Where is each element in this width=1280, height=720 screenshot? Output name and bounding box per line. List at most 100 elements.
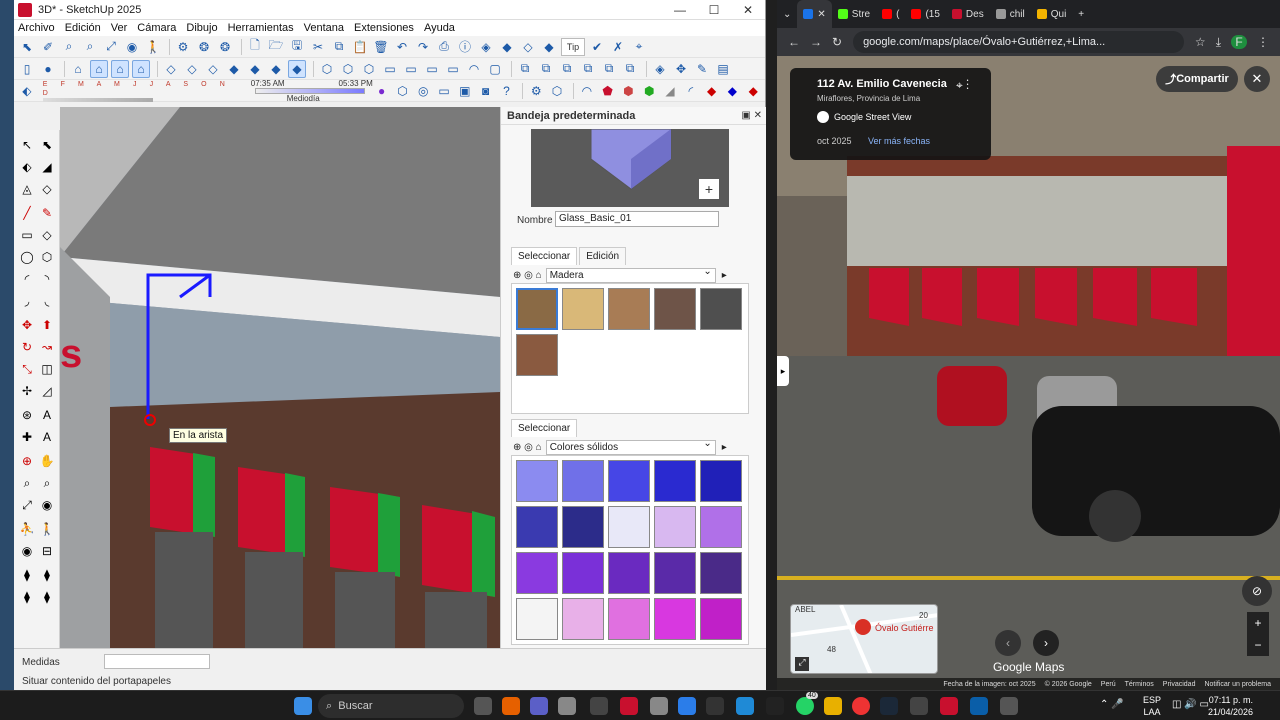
section-plane-icon[interactable]: ⬡	[318, 60, 336, 78]
sandbox3-icon[interactable]: ⧫	[18, 588, 36, 606]
new-file-icon[interactable]: 🗋	[246, 38, 264, 56]
app-icon[interactable]	[678, 697, 696, 715]
axes-icon[interactable]: ✚	[18, 428, 36, 446]
paint-bucket-icon[interactable]: ⬖	[18, 82, 36, 100]
forward-icon[interactable]: →	[810, 35, 822, 49]
menu-dibujo[interactable]: Dibujo	[186, 22, 217, 34]
material-swatch[interactable]	[700, 506, 742, 548]
zoom-icon[interactable]: ⌕	[18, 474, 36, 492]
pan-icon[interactable]: ✋	[38, 452, 56, 470]
eraser-icon[interactable]: ✐	[39, 38, 57, 56]
blank-page-icon[interactable]: ▯	[18, 60, 36, 78]
measures-field[interactable]	[104, 654, 210, 669]
tray-icons[interactable]: ⌃ 🎤	[1100, 699, 1124, 710]
edge-icon[interactable]	[736, 697, 754, 715]
model-info-icon[interactable]: ⓘ	[456, 38, 474, 56]
app-icon[interactable]	[590, 697, 608, 715]
front-face-icon[interactable]: ▭	[381, 60, 399, 78]
shadow-settings[interactable]: E F M A M J J A S O N D 07:35 AM 05:33 P…	[42, 79, 373, 103]
back-icon[interactable]: ←	[788, 35, 800, 49]
match-icon[interactable]: ⧉	[558, 60, 576, 78]
material-swatch[interactable]	[516, 552, 558, 594]
menu-icon[interactable]: ⋮	[1257, 35, 1269, 49]
type-selector[interactable]: Tip	[561, 37, 585, 56]
folder-icon[interactable]	[824, 697, 842, 715]
match-icon[interactable]: ⧉	[516, 60, 534, 78]
camera-icon[interactable]: ▣	[456, 82, 474, 100]
push-pull-icon[interactable]: ⬆	[38, 316, 56, 334]
footer-country[interactable]: Perú	[1101, 681, 1116, 688]
material-swatch[interactable]	[562, 598, 604, 640]
match-icon[interactable]: ⧉	[537, 60, 555, 78]
sphere-icon[interactable]: ◎	[414, 82, 432, 100]
look-around-icon[interactable]: ◉	[18, 542, 36, 560]
orbit-icon[interactable]: ⊕	[18, 452, 36, 470]
move-icon[interactable]: ✥	[18, 316, 36, 334]
paste-icon[interactable]: 📋	[351, 38, 369, 56]
menu-herramientas[interactable]: Herramientas	[228, 22, 294, 34]
box-icon[interactable]: ▢	[486, 60, 504, 78]
settings-icon[interactable]: ⚙	[527, 82, 545, 100]
browser-tab-qui[interactable]: Qui	[1031, 0, 1073, 28]
task-view-icon[interactable]	[474, 697, 492, 715]
material-swatch[interactable]	[516, 506, 558, 548]
star-icon[interactable]: ☆	[1195, 35, 1206, 49]
tab-select-2[interactable]: Seleccionar	[511, 419, 578, 437]
new-tab-button[interactable]: +	[1072, 0, 1090, 28]
location-pin-icon[interactable]: ⌖	[630, 38, 648, 56]
camera-icon[interactable]: ◙	[477, 82, 495, 100]
app-icon[interactable]	[650, 697, 668, 715]
match-icon[interactable]: ⧉	[579, 60, 597, 78]
match-icon[interactable]: ⧉	[600, 60, 618, 78]
eraser2-icon[interactable]: ◇	[38, 180, 56, 198]
ext-icon[interactable]: ⬢	[640, 82, 658, 100]
material-swatch[interactable]	[654, 288, 696, 330]
home-icon[interactable]: ⊕ ◎ ⌂	[513, 270, 542, 281]
view-right-icon[interactable]: ⌂	[132, 59, 150, 78]
undo-icon[interactable]: ↶	[393, 38, 411, 56]
back-face-icon[interactable]: ▭	[402, 60, 420, 78]
date-slider[interactable]	[42, 97, 153, 102]
orbit-icon[interactable]: ◉	[123, 38, 141, 56]
camera-icon[interactable]: ▭	[435, 82, 453, 100]
save-icon[interactable]: 🖫	[288, 38, 306, 56]
material-swatch[interactable]	[516, 334, 558, 376]
footer-report-link[interactable]: Notificar un problema	[1204, 681, 1271, 688]
material-swatch[interactable]	[608, 288, 650, 330]
side-view-icon[interactable]: ▭	[423, 60, 441, 78]
tab-list-button[interactable]: ⌄	[777, 0, 797, 28]
material-swatch[interactable]	[562, 288, 604, 330]
tiktok-icon[interactable]	[766, 697, 784, 715]
arc-tool-icon[interactable]: ◠	[578, 82, 596, 100]
protractor-icon[interactable]: ◿	[38, 382, 56, 400]
footer-privacy-link[interactable]: Privacidad	[1163, 681, 1196, 688]
model-viewport[interactable]: s	[60, 107, 500, 648]
material-swatch[interactable]	[654, 598, 696, 640]
extension-icon[interactable]: ●	[373, 82, 391, 100]
shield-icon[interactable]: ⬟	[599, 82, 617, 100]
ext-icon[interactable]: ⬢	[620, 82, 638, 100]
material-swatch[interactable]	[562, 460, 604, 502]
bottom-view-icon[interactable]: ▭	[444, 60, 462, 78]
components-icon[interactable]: ❂	[195, 38, 213, 56]
material-swatch[interactable]	[654, 506, 696, 548]
shaded-texture-icon[interactable]: ◆	[246, 60, 264, 78]
hidden-line-icon[interactable]: ◇	[204, 60, 222, 78]
profile-avatar[interactable]: F	[1231, 35, 1247, 49]
menu-ayuda[interactable]: Ayuda	[424, 22, 455, 34]
tab-edit[interactable]: Edición	[579, 247, 627, 265]
ruby-icon[interactable]: ✎	[693, 60, 711, 78]
app-icon[interactable]	[910, 697, 928, 715]
walk-icon[interactable]: 🚶	[38, 520, 56, 538]
prev-arrow-button[interactable]: ‹	[995, 630, 1021, 656]
pie-icon[interactable]: ◟	[38, 292, 56, 310]
close-button[interactable]: ✕	[731, 3, 765, 17]
arc-icon[interactable]: ◠	[465, 60, 483, 78]
language-indicator[interactable]: ESP LAA	[1143, 694, 1161, 718]
ext-icon[interactable]: ◜	[682, 82, 700, 100]
cube-icon[interactable]: ⬡	[548, 82, 566, 100]
menu-camara[interactable]: Cámara	[137, 22, 176, 34]
tool-icon[interactable]: ✗	[609, 38, 627, 56]
ruby-icon[interactable]: ◈	[651, 60, 669, 78]
library-dropdown-1[interactable]: Madera	[545, 266, 716, 283]
